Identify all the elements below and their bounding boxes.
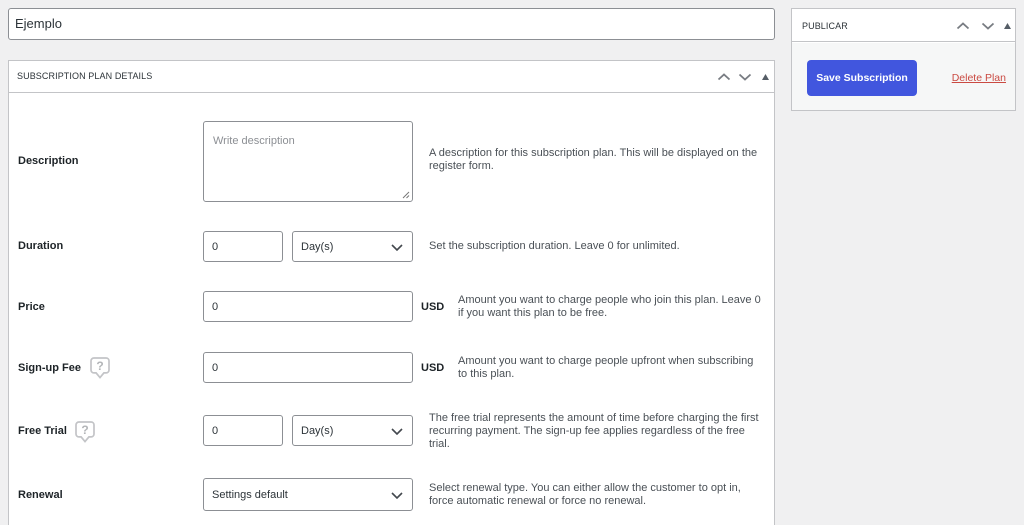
- svg-text:?: ?: [96, 359, 103, 373]
- svg-text:?: ?: [81, 423, 88, 437]
